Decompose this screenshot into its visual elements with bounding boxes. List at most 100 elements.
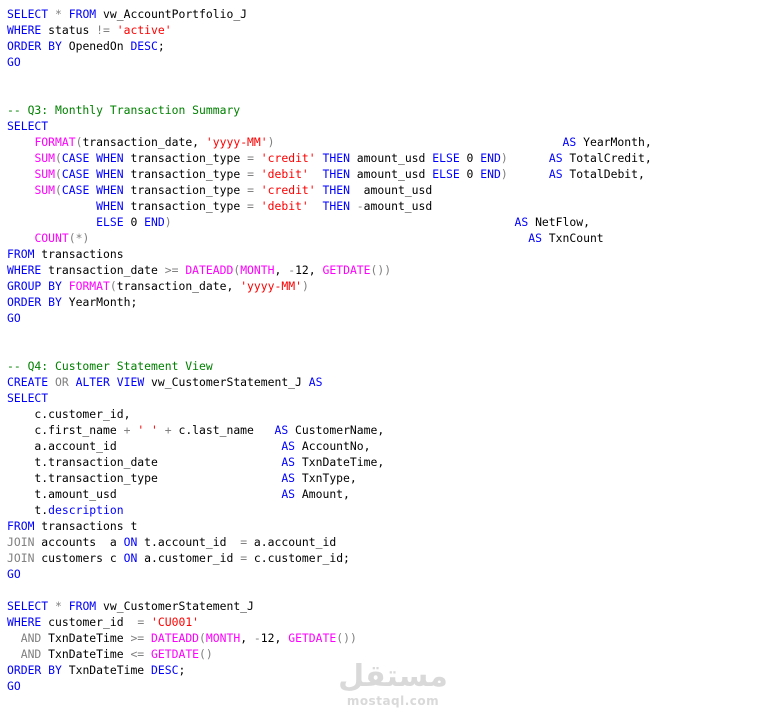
sql-function: MONTH bbox=[240, 263, 275, 277]
code-line: -- Q3: Monthly Transaction Summary bbox=[7, 102, 782, 118]
code-line: ORDER BY OpenedOn DESC; bbox=[7, 38, 782, 54]
code-line: t.amount_usd AS Amount, bbox=[7, 486, 782, 502]
sql-keyword: SELECT bbox=[7, 391, 49, 405]
sql-keyword: ON bbox=[123, 551, 138, 565]
sql-keyword: DESC bbox=[151, 663, 179, 677]
code-line: SELECT * FROM vw_AccountPortfolio_J bbox=[7, 6, 782, 22]
sql-text: , bbox=[274, 263, 289, 277]
sql-string: 'CU001' bbox=[151, 615, 200, 629]
sql-function: FORMAT bbox=[34, 135, 76, 149]
sql-function: GETDATE bbox=[288, 631, 337, 645]
sql-text: amount_usd bbox=[349, 167, 433, 181]
sql-text: vw_CustomerStatement_J bbox=[96, 599, 254, 613]
sql-keyword: WHERE bbox=[7, 615, 42, 629]
sql-function: GETDATE bbox=[151, 647, 200, 661]
sql-operator: * bbox=[55, 599, 62, 613]
code-line: WHEN transaction_type = 'debit' THEN -am… bbox=[7, 198, 782, 214]
sql-text: Amount, bbox=[295, 487, 350, 501]
sql-text: NetFlow, bbox=[528, 215, 590, 229]
sql-text: TxnDateTime bbox=[41, 631, 131, 645]
sql-keyword: GO bbox=[7, 567, 21, 581]
code-line: t.transaction_type AS TxnType, bbox=[7, 470, 782, 486]
sql-text: transaction_date bbox=[41, 263, 165, 277]
sql-operator: (*) bbox=[68, 231, 90, 245]
sql-text: t. bbox=[7, 503, 49, 517]
sql-operator: ( bbox=[199, 631, 206, 645]
sql-keyword: AS bbox=[281, 471, 296, 485]
code-line: FORMAT(transaction_date, 'yyyy-MM') AS Y… bbox=[7, 134, 782, 150]
sql-text: vw_AccountPortfolio_J bbox=[96, 7, 248, 21]
code-line: WHERE status != 'active' bbox=[7, 22, 782, 38]
sql-keyword: THEN bbox=[322, 151, 350, 165]
sql-keyword: AS bbox=[548, 151, 563, 165]
sql-keyword: WHERE bbox=[7, 263, 42, 277]
sql-string: 'active' bbox=[116, 23, 172, 37]
code-line: JOIN accounts a ON t.account_id = a.acco… bbox=[7, 534, 782, 550]
watermark-site-text: mostaql.com bbox=[346, 694, 440, 708]
mostaql-watermark-logo: مستقل mostaql.com bbox=[338, 660, 448, 715]
code-line: t.description bbox=[7, 502, 782, 518]
sql-text: YearMonth, bbox=[576, 135, 652, 149]
sql-operator: <= bbox=[130, 647, 145, 661]
sql-keyword: ELSE bbox=[432, 167, 460, 181]
sql-string: 'debit' bbox=[260, 199, 309, 213]
sql-text: a.account_id bbox=[7, 439, 282, 453]
code-line: SUM(CASE WHEN transaction_type = 'credit… bbox=[7, 182, 782, 198]
sql-text: TxnDateTime bbox=[41, 647, 131, 661]
sql-text: transaction_type bbox=[123, 167, 248, 181]
code-line: GO bbox=[7, 566, 782, 582]
sql-operator: ) bbox=[500, 167, 508, 181]
sql-function: SUM bbox=[34, 183, 56, 197]
sql-code-editor[interactable]: SELECT * FROM vw_AccountPortfolio_J WHERE… bbox=[7, 6, 782, 694]
sql-keyword: AS bbox=[548, 167, 563, 181]
code-line: -- Q4: Customer Statement View bbox=[7, 358, 782, 374]
sql-text: 12, bbox=[295, 263, 323, 277]
sql-text: YearMonth; bbox=[61, 295, 138, 309]
sql-keyword: GO bbox=[7, 679, 21, 693]
sql-keyword: description bbox=[48, 503, 124, 517]
sql-operator: - bbox=[253, 631, 261, 645]
sql-text: t.transaction_type bbox=[7, 471, 282, 485]
code-line: WHERE customer_id = 'CU001' bbox=[7, 614, 782, 630]
sql-function: GETDATE bbox=[322, 263, 371, 277]
sql-function: SUM bbox=[34, 167, 56, 181]
code-line: c.first_name + ' ' + c.last_name AS Cust… bbox=[7, 422, 782, 438]
sql-operator: = bbox=[247, 151, 254, 165]
sql-keyword: ELSE bbox=[432, 151, 460, 165]
sql-keyword: ORDER BY bbox=[7, 295, 62, 309]
sql-text: c.customer_id; bbox=[247, 551, 350, 565]
sql-keyword: DESC bbox=[130, 39, 158, 53]
sql-comment: -- Q3: Monthly Transaction Summary bbox=[7, 103, 241, 117]
code-line: FROM transactions bbox=[7, 246, 782, 262]
sql-operator: ( bbox=[55, 151, 62, 165]
sql-text: 12, bbox=[260, 631, 289, 645]
sql-keyword: FROM bbox=[7, 247, 35, 261]
sql-keyword: AS bbox=[281, 455, 296, 469]
code-line: c.customer_id, bbox=[7, 406, 782, 422]
sql-string: 'yyyy-MM' bbox=[205, 135, 268, 149]
code-line: GO bbox=[7, 54, 782, 70]
code-line: CREATE OR ALTER VIEW vw_CustomerStatemen… bbox=[7, 374, 782, 390]
code-line: SELECT * FROM vw_CustomerStatement_J bbox=[7, 598, 782, 614]
sql-keyword: AS bbox=[562, 135, 577, 149]
sql-keyword: THEN bbox=[322, 199, 350, 213]
sql-keyword: END bbox=[480, 151, 501, 165]
